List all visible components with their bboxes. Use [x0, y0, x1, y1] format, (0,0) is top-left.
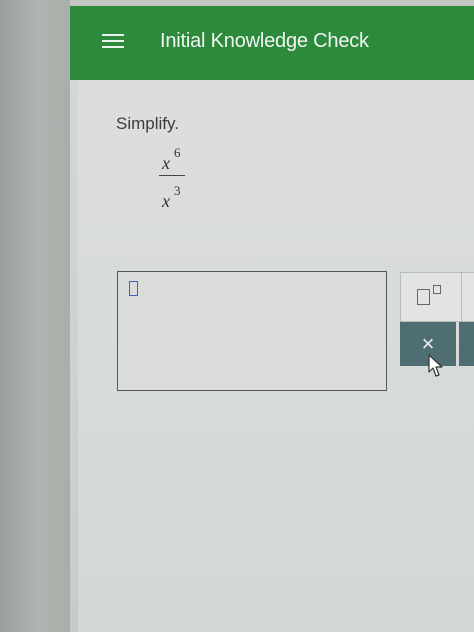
page-title: Initial Knowledge Check	[160, 30, 369, 52]
mouse-pointer-icon	[428, 354, 443, 377]
answer-input[interactable]	[117, 271, 387, 391]
numerator-exponent: 6	[174, 145, 181, 160]
numerator-base: x	[162, 153, 170, 173]
screen-bezel	[0, 0, 70, 632]
math-fraction: x 6 x 3	[158, 145, 190, 217]
math-toolbar	[400, 272, 474, 323]
hamburger-menu-icon[interactable]	[100, 28, 126, 54]
adjacent-button-edge[interactable]	[459, 322, 474, 366]
superscript-template-icon[interactable]	[411, 283, 447, 311]
fraction-bar	[159, 175, 185, 176]
denominator-exponent: 3	[174, 183, 181, 198]
toolbar-divider	[461, 273, 462, 323]
question-instruction: Simplify.	[116, 114, 179, 133]
input-placeholder-box	[129, 281, 138, 296]
denominator-base: x	[162, 191, 170, 211]
